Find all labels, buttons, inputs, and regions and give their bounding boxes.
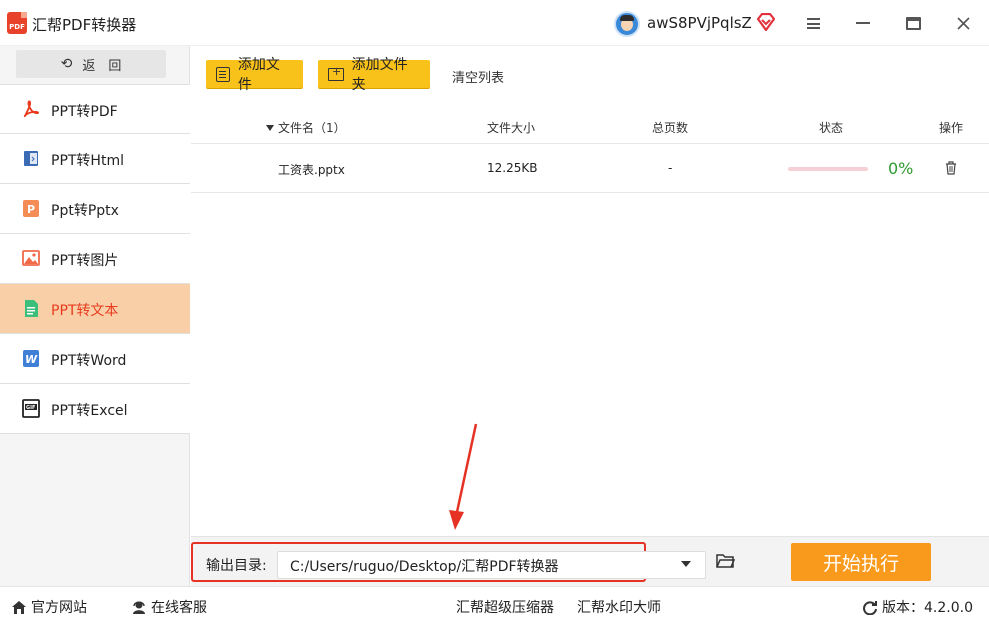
sidebar-item-ppt-to-word[interactable]: W PPT转Word <box>0 334 190 384</box>
version-label: 版本：4.2.0.0 <box>882 600 973 616</box>
online-service-link[interactable]: 在线客服 <box>131 597 207 617</box>
sidebar-item-label: PPT转Excel <box>51 403 128 419</box>
service-icon <box>133 601 145 614</box>
sidebar-item-ppt-to-pdf[interactable]: PPT转PDF <box>0 84 190 134</box>
word-icon: W <box>23 350 39 367</box>
progress-bar <box>788 167 868 171</box>
pptx-icon: P <box>23 200 39 217</box>
add-folder-button[interactable]: 添加文件夹 <box>318 57 430 93</box>
sidebar-item-label: PPT转Word <box>51 353 127 369</box>
compressor-link[interactable]: 汇帮超级压缩器 <box>456 597 554 617</box>
maximize-button[interactable] <box>899 10 927 36</box>
close-icon <box>956 16 970 30</box>
chevron-down-icon[interactable] <box>681 561 691 567</box>
close-button[interactable] <box>949 10 977 36</box>
file-name: 工资表.pptx <box>278 163 345 177</box>
version-info[interactable]: 版本：4.2.0.0 <box>862 597 973 617</box>
username[interactable]: awS8PVjPqlsZ <box>647 14 752 32</box>
column-header-pages: 总页数 <box>652 121 689 135</box>
pdf-icon <box>23 100 40 118</box>
vip-diamond-icon[interactable] <box>756 13 776 31</box>
sidebar-item-ppt-to-pptx[interactable]: P Ppt转Pptx <box>0 184 190 234</box>
table-row[interactable]: 工资表.pptx 12.25KB - 0% <box>191 144 989 193</box>
add-folder-icon <box>328 65 344 81</box>
add-file-icon <box>216 66 230 82</box>
add-file-button[interactable]: 添加文件 <box>206 57 303 93</box>
avatar[interactable] <box>614 11 640 37</box>
add-file-label: 添加文件 <box>237 57 280 93</box>
back-button[interactable]: ⟲ 返 回 <box>16 50 166 78</box>
sidebar-item-ppt-to-image[interactable]: PPT转图片 <box>0 234 190 284</box>
sidebar-item-ppt-to-text[interactable]: PPT转文本 <box>0 284 190 334</box>
status-bar: 官方网站 在线客服 汇帮超级压缩器 汇帮水印大师 版本：4.2.0.0 <box>0 586 989 631</box>
online-service-label: 在线客服 <box>151 600 207 616</box>
official-website-link[interactable]: 官方网站 <box>11 597 87 617</box>
file-table-header: 文件名（1） 文件大小 总页数 状态 操作 <box>191 108 989 144</box>
menu-icon[interactable] <box>799 10 827 36</box>
app-window: PDF 汇帮PDF转换器 awS8PVjPqlsZ ⟲ 返 回 PPT转PDF <box>0 0 989 631</box>
app-title: 汇帮PDF转换器 <box>32 16 137 34</box>
progress-percent: 0% <box>888 159 914 178</box>
sort-caret-icon <box>266 125 274 131</box>
watermark-link[interactable]: 汇帮水印大师 <box>577 597 661 617</box>
delete-icon[interactable] <box>945 161 957 175</box>
sidebar-item-label: PPT转PDF <box>51 104 118 120</box>
main-panel: 添加文件 添加文件夹 清空列表 文件名（1） 文件大小 总页数 状态 操作 工资… <box>191 46 989 536</box>
clear-list-button[interactable]: 清空列表 <box>452 67 504 86</box>
output-directory-field[interactable]: C:/Users/ruguo/Desktop/汇帮PDF转换器 <box>277 551 706 579</box>
html-icon <box>24 151 38 166</box>
sidebar-item-label: PPT转Html <box>51 153 124 169</box>
app-logo-text: PDF <box>9 23 25 31</box>
file-size: 12.25KB <box>487 161 538 175</box>
sidebar-item-label: PPT转文本 <box>51 303 119 319</box>
page-count: - <box>668 161 673 175</box>
svg-text:GIF: GIF <box>26 405 35 411</box>
back-arrow-icon: ⟲ <box>60 56 73 72</box>
column-header-name[interactable]: 文件名（1） <box>266 119 346 136</box>
refresh-icon <box>863 600 877 615</box>
add-folder-label: 添加文件夹 <box>351 57 408 93</box>
column-header-name-label: 文件名（1） <box>278 121 346 135</box>
minimize-button[interactable] <box>849 10 877 36</box>
back-label: 返 回 <box>82 58 122 74</box>
official-website-label: 官方网站 <box>31 600 87 616</box>
start-button[interactable]: 开始执行 <box>791 543 931 581</box>
folder-open-icon[interactable] <box>716 553 735 569</box>
sidebar-nav: PPT转PDF PPT转Html P Ppt转Pptx PPT转图片 PPT转文… <box>0 84 190 434</box>
app-logo-icon: PDF <box>7 12 27 34</box>
gif-icon: GIF <box>22 399 40 418</box>
home-icon <box>12 600 26 614</box>
sidebar: ⟲ 返 回 PPT转PDF PPT转Html P Ppt转Pptx PPT转图片… <box>0 46 190 586</box>
output-bar: 输出目录: C:/Users/ruguo/Desktop/汇帮PDF转换器 开始… <box>191 536 989 586</box>
sidebar-item-ppt-to-excel[interactable]: GIF PPT转Excel <box>0 384 190 434</box>
column-header-operation: 操作 <box>939 121 964 135</box>
output-directory-highlight: 输出目录: C:/Users/ruguo/Desktop/汇帮PDF转换器 <box>191 542 706 582</box>
title-bar: PDF 汇帮PDF转换器 awS8PVjPqlsZ <box>0 0 989 46</box>
svg-text:W: W <box>25 353 38 366</box>
svg-text:P: P <box>27 203 35 216</box>
sidebar-item-label: Ppt转Pptx <box>51 203 119 219</box>
column-header-size: 文件大小 <box>487 121 536 135</box>
sidebar-item-label: PPT转图片 <box>51 253 119 269</box>
sidebar-item-ppt-to-html[interactable]: PPT转Html <box>0 134 190 184</box>
column-header-status: 状态 <box>819 121 844 135</box>
output-directory-label: 输出目录: <box>206 558 267 574</box>
image-icon <box>22 250 40 266</box>
text-file-icon <box>25 300 38 317</box>
